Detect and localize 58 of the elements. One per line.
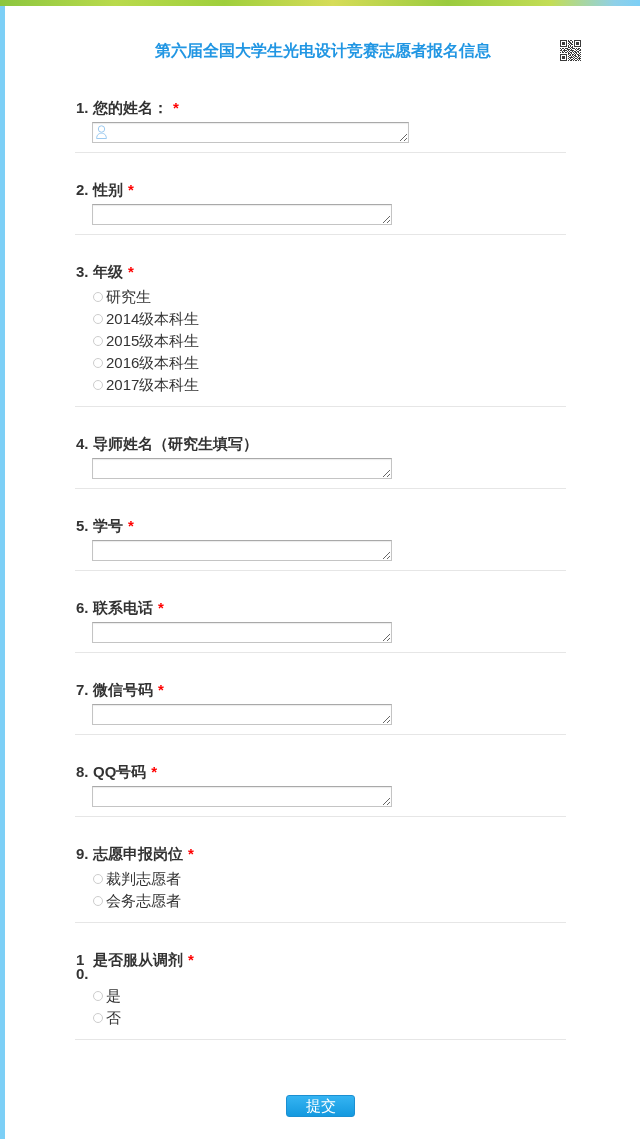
radio-button[interactable] [93,292,103,302]
required-asterisk: * [188,950,194,970]
input-field[interactable] [92,786,392,807]
submit-button[interactable]: 提交 [286,1095,355,1117]
user-icon [96,125,107,139]
question-number: 8. [76,762,90,779]
qr-code-icon[interactable] [560,40,581,61]
question-number: 1. [76,98,90,115]
question-title: 年级 [93,262,123,282]
radio-button[interactable] [93,358,103,368]
question-number: 6. [76,598,90,615]
input-field[interactable] [92,204,392,225]
required-asterisk: * [128,262,134,282]
option-label: 否 [106,1008,121,1028]
option-label: 会务志愿者 [106,891,181,911]
input-field[interactable] [92,540,392,561]
question-title: 是否服从调剂 [93,950,183,970]
input-field[interactable] [92,458,392,479]
required-asterisk: * [158,680,164,700]
radio-button[interactable] [93,380,103,390]
question-title: 志愿申报岗位 [93,844,183,864]
option-label: 是 [106,986,121,1006]
form-title: 第六届全国大学生光电设计竞赛志愿者报名信息 [154,40,491,61]
input-field[interactable] [92,622,392,643]
required-asterisk: * [151,762,158,782]
question-title: 微信号码 [93,680,153,700]
question-number: 5. [76,516,90,533]
question-title: 学号 [93,516,123,536]
option-label: 裁判志愿者 [106,869,181,889]
question-title: 性别 [93,180,123,200]
radio-button[interactable] [93,896,103,906]
option-label: 2016级本科生 [106,353,200,373]
question-number: 10. [76,950,90,981]
required-asterisk: * [173,98,179,118]
option-label: 研究生 [106,287,151,307]
question-title: 联系电话 [93,598,153,618]
question-title: 您的姓名： [93,98,168,118]
required-asterisk: * [188,844,194,864]
radio-button[interactable] [93,314,103,324]
question-number: 3. [76,262,90,279]
question-title: 导师姓名（研究生填写） [93,434,258,454]
option-label: 2017级本科生 [106,375,200,395]
required-asterisk: * [128,516,134,536]
radio-button[interactable] [93,874,103,884]
input-field[interactable] [92,122,409,143]
question-number: 2. [76,180,90,197]
option-label: 2015级本科生 [106,331,200,351]
question-number: 9. [76,844,90,861]
radio-button[interactable] [93,991,103,1001]
question-number: 4. [76,434,90,451]
input-field[interactable] [92,704,392,725]
radio-button[interactable] [93,336,103,346]
question-title: QQ号码 [93,762,147,782]
radio-button[interactable] [93,1013,103,1023]
required-asterisk: * [158,598,164,618]
required-asterisk: * [128,180,134,200]
option-label: 2014级本科生 [106,309,200,329]
question-number: 7. [76,680,90,697]
